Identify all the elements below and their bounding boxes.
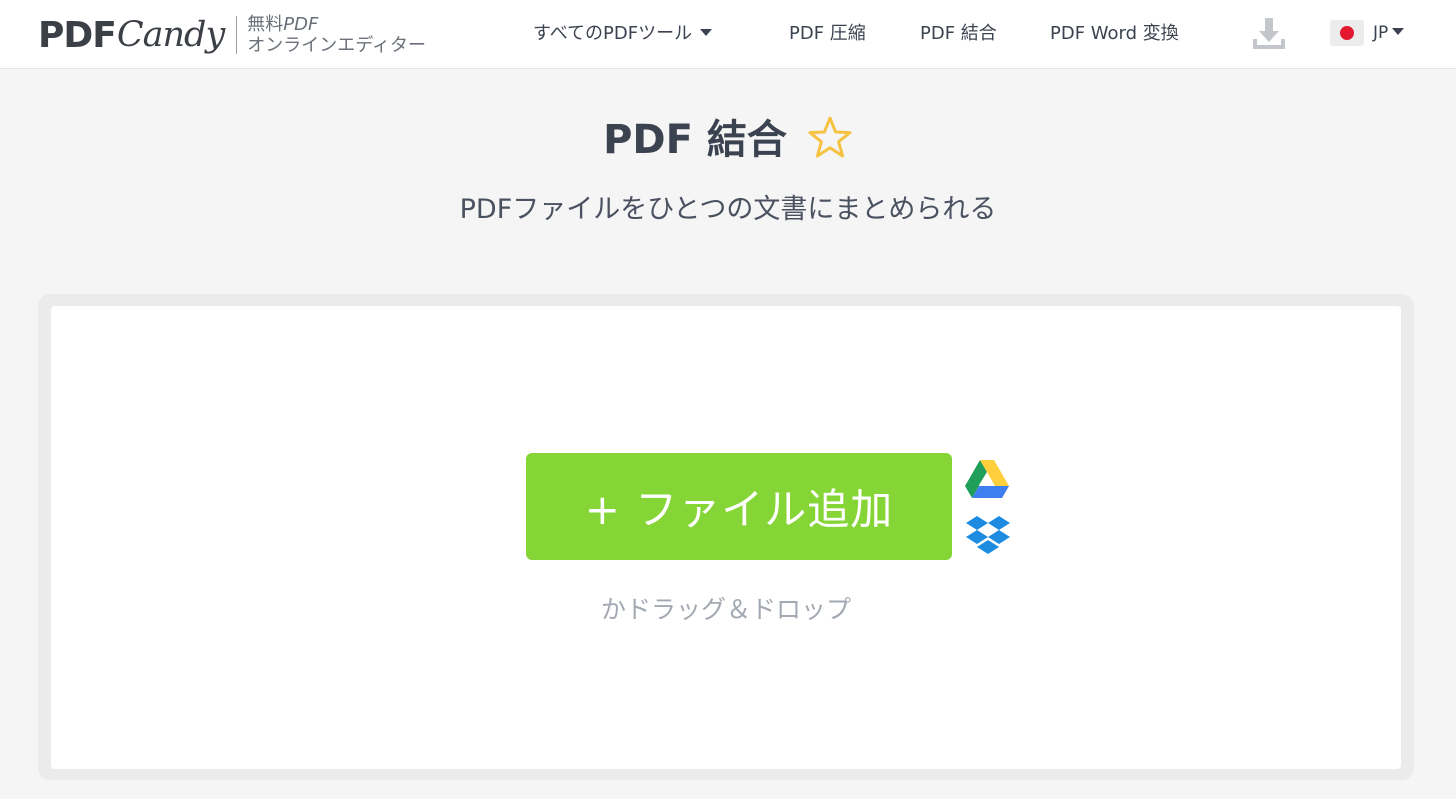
logo-tagline: 無料PDF オンラインエディター xyxy=(247,14,426,56)
title-row: PDF 結合 xyxy=(0,108,1456,164)
nav-merge[interactable]: PDF 結合 xyxy=(920,19,997,45)
google-drive-icon[interactable] xyxy=(965,458,1009,498)
nav-pdf-to-word[interactable]: PDF Word 変換 xyxy=(1050,19,1179,45)
page-title: PDF 結合 xyxy=(603,117,787,163)
add-file-button[interactable]: + ファイル追加 xyxy=(526,453,952,560)
drop-zone[interactable]: + ファイル追加 かドラッグ＆ドロップ xyxy=(51,306,1401,769)
star-outline-icon[interactable] xyxy=(807,115,853,161)
nav-all-tools-label: すべてのPDFツール xyxy=(533,23,693,44)
top-header: PDF Candy 無料PDF オンラインエディター すべてのPDFツール PD… xyxy=(0,0,1456,69)
upload-area: + ファイル追加 かドラッグ＆ドロップ xyxy=(38,294,1414,780)
tagline-line1: 無料PDF xyxy=(247,14,426,35)
logo-pdf-text: PDF xyxy=(38,14,117,56)
tagline-line2: オンラインエディター xyxy=(247,35,426,56)
flag-circle xyxy=(1340,26,1354,40)
tagline-free: 無料 xyxy=(247,14,284,35)
page-subtitle: PDFファイルをひとつの文書にまとめられる xyxy=(459,194,997,225)
logo-candy-text: Candy xyxy=(116,15,225,55)
tagline-pdf: PDF xyxy=(283,14,319,35)
language-selector[interactable]: JP xyxy=(1330,19,1405,47)
logo-divider xyxy=(236,16,238,54)
pdfcandy-logo[interactable]: PDF Candy 無料PDF オンラインエディター xyxy=(38,10,426,60)
japan-flag-icon xyxy=(1330,20,1364,46)
nav-all-tools[interactable]: すべてのPDFツール xyxy=(533,19,713,45)
chevron-down-icon xyxy=(700,28,713,36)
dropbox-icon[interactable] xyxy=(966,514,1010,556)
language-code: JP xyxy=(1373,23,1389,43)
drag-drop-hint: かドラッグ＆ドロップ xyxy=(600,595,851,624)
download-icon[interactable] xyxy=(1250,14,1288,52)
chevron-down-icon xyxy=(1392,27,1405,35)
nav-compress[interactable]: PDF 圧縮 xyxy=(789,19,866,45)
